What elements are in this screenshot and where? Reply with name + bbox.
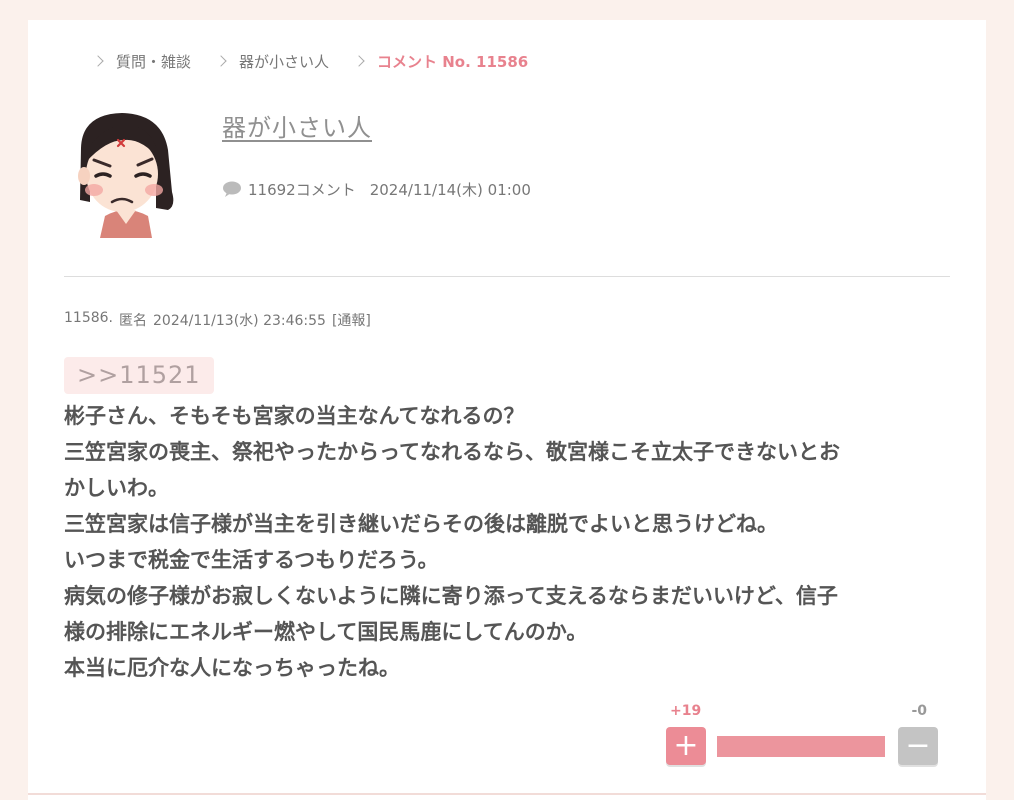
topic-comment-count: 11692コメント <box>248 180 356 199</box>
breadcrumb-item-category[interactable]: 質問・雑談 <box>116 51 191 72</box>
vote-ratio-fill <box>717 736 885 757</box>
avatar[interactable] <box>72 110 180 238</box>
comment-line: 三笠宮家は信子様が当主を引き継いだらその後は離脱でよいと思うけどね。 <box>64 512 778 536</box>
comment-line: 彬子さん、そもそも宮家の当主なんてなれるの？ <box>64 404 525 428</box>
plus-vote-button[interactable]: + <box>666 727 706 765</box>
comment-meta: 11586. 匿名 2024/11/13(水) 23:46:55 [通報] <box>64 310 377 330</box>
minus-vote-button[interactable]: − <box>898 727 938 765</box>
topic-date: 2024/11/14(木) 01:00 <box>369 180 531 199</box>
comment-line: 病気の修子様がお寂しくないように隣に寄り添って支えるならまだいいけど、信子 <box>64 584 838 608</box>
chevron-right-icon <box>353 55 365 67</box>
topic-meta: 11692コメント 2024/11/14(木) 01:00 <box>222 178 531 200</box>
reply-anchor-link[interactable]: >>11521 <box>64 357 214 394</box>
comment-datetime: 2024/11/13(水) 23:46:55 <box>153 313 326 329</box>
breadcrumb-current: コメント No. 11586 <box>377 52 529 71</box>
minus-count: -0 <box>911 703 927 719</box>
chevron-right-icon <box>215 55 227 67</box>
comment-line: かしいわ。 <box>64 476 169 500</box>
comment-bubble-icon <box>223 181 241 197</box>
comment-line: 様の排除にエネルギー燃やして国民馬鹿にしてんのか。 <box>64 620 588 644</box>
card-bottom-border <box>28 793 986 795</box>
vote-area: +19 -0 + − <box>666 700 941 770</box>
breadcrumb-item-topic[interactable]: 器が小さい人 <box>239 51 329 72</box>
report-link[interactable]: [通報] <box>332 310 371 330</box>
angry-woman-icon <box>78 113 174 238</box>
chevron-right-icon <box>92 55 104 67</box>
divider <box>64 276 950 277</box>
vote-ratio-bar <box>717 736 885 757</box>
plus-count: +19 <box>670 703 702 719</box>
comment-number: 11586. <box>64 310 113 326</box>
topic-title[interactable]: 器が小さい人 <box>222 108 372 143</box>
comment-body: 彬子さん、そもそも宮家の当主なんてなれるの？ 三笠宮家の喪主、祭祀やったからって… <box>64 398 954 686</box>
comment-line: いつまで税金で生活するつもりだろう。 <box>64 548 439 572</box>
breadcrumb: 質問・雑談 器が小さい人 コメント No. 11586 <box>66 50 528 72</box>
comment-author: 匿名 <box>119 313 147 329</box>
comment-line: 三笠宮家の喪主、祭祀やったからってなれるなら、敬宮様こそ立太子できないとお <box>64 440 840 464</box>
comment-line: 本当に厄介な人になっちゃったね。 <box>64 656 400 680</box>
